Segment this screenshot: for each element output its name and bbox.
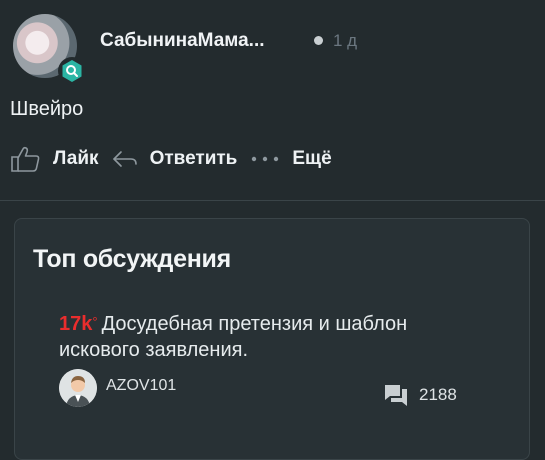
comment-time: 1 д [333, 31, 358, 50]
author-name[interactable]: СабынинаМама... [100, 30, 265, 52]
heat-value: 17k [59, 313, 93, 335]
reply-label: Ответить [149, 148, 238, 169]
discussion-comments[interactable]: 2188 [383, 383, 457, 407]
discussion-item-title[interactable]: 17k° Досудебная претензия и шаблон исково… [59, 311, 479, 363]
comment-actions: Лайк Ответить Ещё [10, 145, 332, 173]
discussion-user-name[interactable]: AZOV101 [106, 377, 176, 395]
more-button[interactable]: Ещё [237, 148, 332, 170]
card-title: Топ обсуждения [33, 245, 231, 273]
discussion-title-text: Досудебная претензия и шаблон искового з… [59, 313, 408, 361]
comments-icon [385, 385, 407, 406]
thumbs-up-icon [11, 146, 40, 172]
top-discussions-card: Топ обсуждения 17k° Досудебная претензия … [14, 218, 530, 460]
like-button[interactable]: Лайк [10, 145, 99, 173]
heat-mark: ° [92, 314, 98, 329]
verified-badge-icon [58, 57, 86, 85]
more-dots-icon [252, 156, 279, 162]
section-divider [0, 200, 545, 201]
discussion-user-avatar[interactable] [59, 369, 97, 407]
more-label: Ещё [292, 148, 332, 169]
comments-count: 2188 [419, 385, 457, 404]
like-label: Лайк [53, 148, 99, 169]
comment: СабынинаМама... 1 д Швейро Лайк Ответить [0, 0, 545, 200]
reply-button[interactable]: Ответить [99, 148, 238, 170]
online-dot-icon [314, 36, 323, 45]
reply-arrow-icon [112, 151, 137, 167]
comment-text: Швейро [10, 98, 84, 120]
